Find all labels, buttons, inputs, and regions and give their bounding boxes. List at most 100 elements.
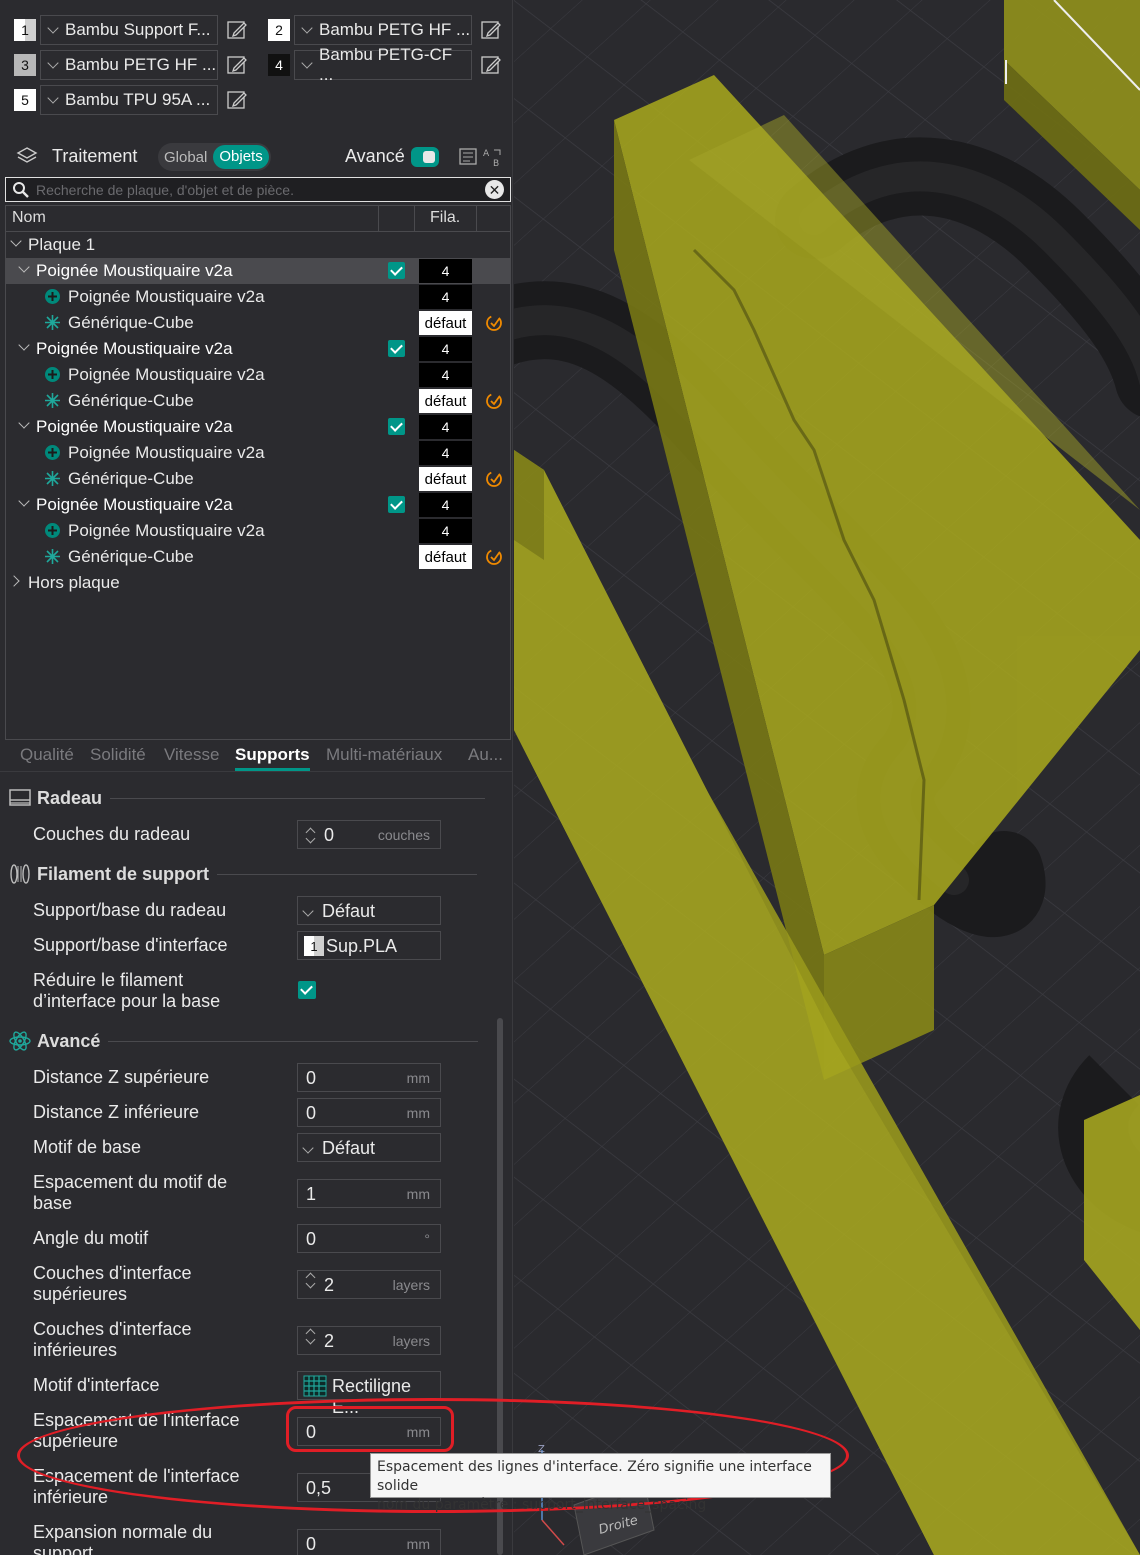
tree-row-plate[interactable]: Plaque 1 [6,232,510,258]
collapse-arrow-icon[interactable] [18,417,30,429]
top-interface-layers-input[interactable]: 2 layers [297,1270,441,1299]
part-filament[interactable]: 4 [419,441,472,465]
part-filament[interactable]: 4 [419,363,472,387]
tree-row-modifier[interactable]: Générique-Cube défaut [6,310,510,336]
object-filament[interactable]: 4 [419,493,472,517]
tree-row-object[interactable]: Poignée Moustiquaire v2a 4 [6,336,510,362]
tree-row-part[interactable]: Poignée Moustiquaire v2a 4 [6,284,510,310]
part-filament[interactable]: 4 [419,285,472,309]
object-tree: Nom Fila. Plaque 1 Poignée Moustiquaire … [5,205,511,740]
spinner-arrows-icon[interactable] [305,1271,315,1289]
reduce-interface-checkbox[interactable] [298,981,316,999]
field-value: 0 [306,1534,317,1554]
printable-checkbox[interactable] [388,418,405,435]
filament-combo[interactable]: Bambu Support F... [40,15,218,45]
edit-icon[interactable] [480,54,502,76]
advanced-toggle[interactable] [411,147,439,167]
scope-toggle[interactable]: Global Objets [158,143,271,171]
raft-layers-input[interactable]: 0 couches [297,820,441,849]
collapse-arrow-icon[interactable] [18,495,30,507]
part-filament[interactable]: 4 [419,519,472,543]
search-bar[interactable]: ✕ [5,177,511,202]
object-filament[interactable]: 4 [419,259,472,283]
edit-icon[interactable] [226,19,248,41]
tree-row-part[interactable]: Poignée Moustiquaire v2a 4 [6,440,510,466]
filament-slot-2[interactable]: 2 Bambu PETG HF ... [268,15,502,45]
top-interface-spacing-input[interactable]: 0 mm [297,1417,441,1446]
settings-override-icon[interactable] [484,547,504,567]
setting-label: Distance Z inférieure [33,1102,200,1122]
printable-checkbox[interactable] [388,496,405,513]
collapse-arrow-icon[interactable] [18,339,30,351]
filament-combo[interactable]: Bambu TPU 95A ... [40,85,218,115]
collapse-arrow-icon[interactable] [18,261,30,273]
column-name[interactable]: Nom [12,209,46,227]
modifier-filament[interactable]: défaut [419,311,472,335]
bottom-interface-layers-input[interactable]: 2 layers [297,1326,441,1355]
modifier-filament[interactable]: défaut [419,389,472,413]
scope-global[interactable]: Global [158,149,213,166]
search-input[interactable] [36,181,476,198]
pattern-angle-input[interactable]: 0 ° [297,1224,441,1253]
compare-icon[interactable] [458,146,480,168]
3d-viewport[interactable]: Droite Z [514,0,1140,1555]
settings-override-icon[interactable] [484,391,504,411]
filament-combo[interactable]: Bambu PETG HF ... [40,50,218,80]
tree-row-modifier[interactable]: Générique-Cube défaut [6,466,510,492]
tree-row-part[interactable]: Poignée Moustiquaire v2a 4 [6,362,510,388]
interface-base-filament-select[interactable]: 1 Sup.PLA [297,931,441,960]
tab-others[interactable]: Au... [468,745,503,765]
settings-override-icon[interactable] [484,313,504,333]
edit-icon[interactable] [480,19,502,41]
modifier-filament[interactable]: défaut [419,545,472,569]
edit-icon[interactable] [226,89,248,111]
filament-combo[interactable]: Bambu PETG HF ... [294,15,472,45]
field-value: 0 [306,1103,317,1123]
spinner-arrows-icon[interactable] [305,826,315,844]
tree-row-part[interactable]: Poignée Moustiquaire v2a 4 [6,518,510,544]
interface-pattern-select[interactable]: Rectiligne E... [297,1371,441,1417]
tab-speed[interactable]: Vitesse [164,745,219,765]
expand-arrow-icon[interactable] [8,575,20,587]
rename-icon[interactable]: AB [482,146,504,169]
scope-objects[interactable]: Objets [213,145,269,169]
printable-checkbox[interactable] [388,262,405,279]
settings-tabs: Qualité Solidité Vitesse Supports Multi-… [0,742,512,772]
collapse-arrow-icon[interactable] [10,235,22,247]
settings-override-icon[interactable] [484,469,504,489]
edit-icon[interactable] [226,54,248,76]
printable-checkbox[interactable] [388,340,405,357]
tree-row-object[interactable]: Poignée Moustiquaire v2a 4 [6,492,510,518]
tree-row-object[interactable]: Poignée Moustiquaire v2a 4 [6,414,510,440]
field-value: Rectiligne E... [332,1376,412,1417]
normal-expansion-input[interactable]: 0 mm [297,1529,441,1555]
base-pattern-spacing-input[interactable]: 1 mm [297,1179,441,1208]
tree-row-modifier[interactable]: Générique-Cube défaut [6,388,510,414]
tab-supports[interactable]: Supports [235,745,310,771]
tab-multimaterial[interactable]: Multi-matériaux [326,745,442,765]
rectilinear-pattern-icon [303,1375,327,1397]
3d-scene[interactable]: Droite Z [514,0,1140,1555]
filament-slot-4[interactable]: 4 Bambu PETG-CF ... [268,45,502,84]
top-z-distance-input[interactable]: 0 mm [297,1063,441,1092]
tree-row-off-plate[interactable]: Hors plaque [6,570,510,596]
object-filament[interactable]: 4 [419,337,472,361]
raft-base-filament-select[interactable]: Défaut [297,896,441,925]
filament-slot-5[interactable]: 5 Bambu TPU 95A ... [14,85,248,115]
tree-row-modifier[interactable]: Générique-Cube défaut [6,544,510,570]
field-value: 0,5 [306,1478,332,1498]
clear-search-icon[interactable]: ✕ [485,180,504,199]
object-filament[interactable]: 4 [419,415,472,439]
filament-slot-1[interactable]: 1 Bambu Support F... [14,15,248,45]
tab-quality[interactable]: Qualité [20,745,74,765]
tree-row-object[interactable]: Poignée Moustiquaire v2a 4 [6,258,510,284]
tab-strength[interactable]: Solidité [90,745,146,765]
modifier-filament[interactable]: défaut [419,467,472,491]
base-pattern-select[interactable]: Défaut [297,1133,441,1162]
atom-icon [9,1031,31,1051]
bottom-z-distance-input[interactable]: 0 mm [297,1098,441,1127]
filament-combo[interactable]: Bambu PETG-CF ... [294,45,472,84]
spinner-arrows-icon[interactable] [305,1327,315,1345]
column-filament[interactable]: Fila. [430,209,460,227]
filament-slot-3[interactable]: 3 Bambu PETG HF ... [14,50,248,80]
